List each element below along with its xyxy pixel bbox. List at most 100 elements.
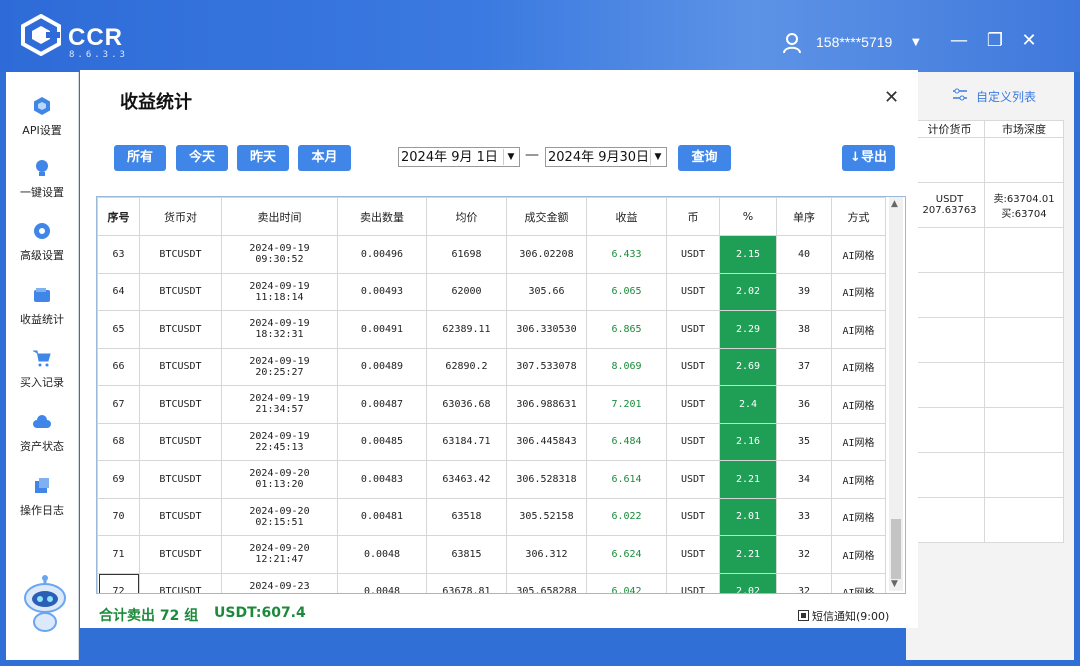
- sidebar-item-label: 买入记录: [20, 376, 64, 389]
- start-date-picker[interactable]: 2024年 9月 1日 ▼: [398, 147, 520, 167]
- table-cell: 2.21: [719, 535, 777, 574]
- scroll-up-icon[interactable]: ▲: [891, 199, 898, 209]
- scrollbar-thumb[interactable]: [891, 519, 901, 579]
- table-cell: USDT: [666, 497, 720, 536]
- close-icon[interactable]: ✕: [884, 87, 899, 108]
- table-cell: 0.00485: [337, 422, 427, 461]
- table-cell: 306.312: [506, 535, 587, 574]
- query-button[interactable]: 查询: [678, 145, 731, 171]
- table-cell: 63184.71: [426, 422, 507, 461]
- market-panel: 自定义列表 计价货币 市场深度 USDT 207.63763 卖:63704.0…: [906, 72, 1074, 660]
- chevron-down-icon[interactable]: ▼: [503, 149, 518, 165]
- table-cell: BTCUSDT: [139, 385, 222, 424]
- depth-sell: 卖:63704.01: [993, 194, 1055, 205]
- table-cell: AI网格: [831, 535, 886, 574]
- table-cell: BTCUSDT: [139, 460, 222, 499]
- table-cell: 2024-09-20 12:21:47: [221, 535, 338, 574]
- column-header[interactable]: 成交金额: [506, 197, 587, 236]
- app-version: 8.6.3.3: [69, 50, 128, 60]
- sidebar-item-asset-status[interactable]: 资产状态: [6, 412, 78, 454]
- column-header[interactable]: 均价: [426, 197, 507, 236]
- filter-month-button[interactable]: 本月: [298, 145, 351, 171]
- sidebar-item-buy-records[interactable]: 买入记录: [6, 348, 78, 390]
- table-row[interactable]: 70 BTCUSDT 2024-09-20 02:15:51 0.00481 63518…: [97, 497, 886, 536]
- table-cell: 0.0048: [337, 572, 427, 593]
- col-quote-currency: 计价货币: [913, 120, 986, 138]
- table-cell: 0.00483: [337, 460, 427, 499]
- table-row[interactable]: 69 BTCUSDT 2024-09-20 01:13:20 0.00483 63463…: [97, 460, 886, 499]
- sidebar-item-advanced[interactable]: 高级设置: [6, 221, 78, 263]
- sidebar-item-profit[interactable]: 收益统计: [6, 285, 78, 327]
- table-cell: 72: [97, 572, 140, 593]
- user-icon[interactable]: [782, 32, 802, 54]
- table-cell: 6.433: [586, 235, 667, 274]
- table-cell: 306.528318: [506, 460, 587, 499]
- custom-columns-button[interactable]: 自定义列表: [976, 88, 1036, 105]
- table-cell: BTCUSDT: [139, 272, 222, 311]
- gear-icon: [34, 223, 50, 239]
- column-header[interactable]: 收益: [586, 197, 667, 236]
- table-cell: 306.445843: [506, 422, 587, 461]
- table-cell: USDT: [666, 422, 720, 461]
- table-cell: 2024-09-23 07:07:16: [221, 572, 338, 593]
- checkbox-icon[interactable]: [798, 610, 809, 621]
- sms-notice-checkbox[interactable]: 短信通知(9:00): [798, 608, 889, 624]
- scroll-down-icon[interactable]: ▼: [891, 579, 898, 589]
- table-row[interactable]: 71 BTCUSDT 2024-09-20 12:21:47 0.0048 63815 3…: [97, 535, 886, 574]
- table-cell: 63815: [426, 535, 507, 574]
- column-header[interactable]: 币: [666, 197, 720, 236]
- column-header[interactable]: 货币对: [139, 197, 222, 236]
- chevron-down-icon[interactable]: ▼: [912, 37, 920, 48]
- table-cell: 2024-09-19 21:34:57: [221, 385, 338, 424]
- table-row[interactable]: 72BTCUSDT2024-09-23 07:07:160.004863678.…: [97, 572, 886, 593]
- sidebar-item-one-key[interactable]: 一键设置: [6, 158, 78, 200]
- sliders-icon[interactable]: [952, 88, 968, 102]
- cube-icon: [34, 97, 50, 115]
- sidebar-item-label: 资产状态: [20, 440, 64, 453]
- depth-cell: 卖:63704.01 买:63704: [984, 182, 1064, 228]
- filter-all-button[interactable]: 所有: [114, 145, 166, 171]
- sidebar-item-label: 操作日志: [20, 504, 64, 517]
- column-header[interactable]: 卖出时间: [221, 197, 338, 236]
- filter-today-button[interactable]: 今天: [176, 145, 228, 171]
- restore-icon[interactable]: ❐: [984, 30, 1006, 52]
- table-row[interactable]: 66 BTCUSDT 2024-09-19 20:25:27 0.00489 62890…: [97, 347, 886, 386]
- quote-currency: USDT: [935, 194, 964, 205]
- table-cell: 6.042: [586, 572, 667, 593]
- table-cell: BTCUSDT: [139, 535, 222, 574]
- table-row[interactable]: 68 BTCUSDT 2024-09-19 22:45:13 0.00485 63184…: [97, 422, 886, 461]
- table-cell: 61698: [426, 235, 507, 274]
- minimize-icon[interactable]: —: [948, 30, 970, 52]
- table-cell: 306.330530: [506, 310, 587, 349]
- table-cell: 6.484: [586, 422, 667, 461]
- table-cell: USDT: [666, 310, 720, 349]
- table-scrollbar[interactable]: ▲ ▼: [889, 197, 903, 591]
- title-bar: CCR 8.6.3.3 158****5719 ▼ — ❐ ✕: [0, 0, 1080, 72]
- table-cell: 6.865: [586, 310, 667, 349]
- column-header[interactable]: 卖出数量: [337, 197, 427, 236]
- table-row[interactable]: 67 BTCUSDT 2024-09-19 21:34:57 0.00487 63036…: [97, 385, 886, 424]
- table-cell: AI网格: [831, 347, 886, 386]
- export-button[interactable]: ↓导出: [842, 145, 895, 171]
- table-row[interactable]: 65 BTCUSDT 2024-09-19 18:32:31 0.00491 62389…: [97, 310, 886, 349]
- username[interactable]: 158****5719: [816, 34, 892, 50]
- chevron-down-icon[interactable]: ▼: [650, 149, 665, 165]
- table-cell: 2024-09-19 09:30:52: [221, 235, 338, 274]
- column-header[interactable]: 单序: [776, 197, 832, 236]
- sidebar-item-logs[interactable]: 操作日志: [6, 476, 78, 518]
- table-cell: 306.988631: [506, 385, 587, 424]
- usdt-total: USDT:607.4: [214, 605, 306, 621]
- column-header[interactable]: 方式: [831, 197, 886, 236]
- end-date-picker[interactable]: 2024年 9月30日 ▼: [545, 147, 667, 167]
- table-cell: 32: [776, 572, 832, 593]
- filter-yesterday-button[interactable]: 昨天: [237, 145, 289, 171]
- table-cell: 66: [97, 347, 140, 386]
- column-header[interactable]: 序号: [97, 197, 140, 236]
- table-cell: AI网格: [831, 460, 886, 499]
- table-row[interactable]: 63 BTCUSDT 2024-09-19 09:30:52 0.00496 61698…: [97, 235, 886, 274]
- table-cell: 2.16: [719, 422, 777, 461]
- close-window-icon[interactable]: ✕: [1018, 30, 1040, 52]
- sidebar-item-api[interactable]: API设置: [6, 96, 78, 138]
- column-header[interactable]: %: [719, 197, 777, 236]
- table-row[interactable]: 64 BTCUSDT 2024-09-19 11:18:14 0.00493 62000…: [97, 272, 886, 311]
